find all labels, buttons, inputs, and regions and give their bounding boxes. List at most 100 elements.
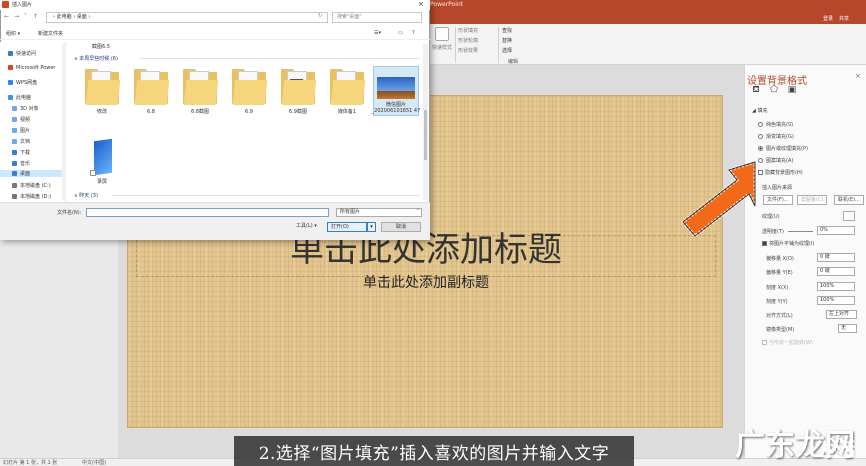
scale-x-field[interactable]: 100% [817, 282, 855, 291]
clipboard-button[interactable]: 剪贴板(C) [797, 195, 828, 205]
close-icon[interactable]: × [418, 0, 424, 8]
file-item-shortcut[interactable]: 录屏 [80, 138, 124, 185]
file-item-folder[interactable]: 媒体备1 [325, 68, 369, 115]
slide-counter: 幻灯片 第 1 张，共 1 张 [3, 460, 58, 466]
open-dropdown-arrow[interactable]: ▾ [367, 222, 376, 232]
drive-icon [12, 194, 17, 199]
filename-input[interactable] [86, 208, 329, 217]
shape-effects-button[interactable]: 形状效果 [458, 47, 478, 54]
texture-picker[interactable] [843, 211, 855, 221]
filetype-select[interactable]: 所有图片 ˅ [336, 208, 422, 217]
nav-pictures[interactable]: 图片 [12, 127, 30, 134]
nav-microsoft-powerpoint[interactable]: Microsoft Power [8, 65, 55, 71]
file-name: 6.9截图 [289, 109, 307, 115]
file-button[interactable]: 文件(F)... [763, 195, 793, 205]
nav-videos[interactable]: 视频 [12, 116, 30, 123]
pentagon-effects-icon[interactable]: ⬠ [769, 85, 779, 95]
file-item-image-selected[interactable]: 微信图片_202006101651 47 [371, 66, 421, 116]
nav-quick-access[interactable]: 快速访问 [8, 50, 36, 57]
fill-bucket-icon[interactable]: ⛾ [751, 85, 761, 95]
radio-dot-selected[interactable] [758, 146, 763, 151]
cloud-icon [8, 80, 13, 85]
offset-y-field[interactable]: 0 磅 [817, 267, 855, 276]
nav-downloads[interactable]: 下载 [12, 149, 30, 156]
language-indicator[interactable]: 中文(中国) [82, 459, 106, 466]
nav-this-pc[interactable]: 此电脑 [8, 94, 31, 101]
scale-x-label: 刻度 X(X) [766, 285, 789, 291]
replace-button[interactable]: 替换 [502, 37, 512, 44]
picture-texture-fill-radio[interactable]: 图片或纹理填充(P) [758, 145, 808, 152]
alignment-select[interactable]: 左上对齐 [826, 310, 857, 319]
quick-style-button[interactable]: 快速样式 [432, 44, 452, 51]
file-item-folder[interactable]: 6.8 [129, 68, 173, 115]
new-folder-button[interactable]: 新建文件夹 [38, 30, 63, 37]
folder-icon [134, 68, 170, 106]
address-bar[interactable]: › 此电脑 › 桌面 › [46, 12, 328, 23]
shape-fill-button[interactable]: 形状填充 [458, 27, 478, 34]
nav-documents[interactable]: 文档 [12, 138, 30, 145]
share-button[interactable]: 共享 [839, 15, 849, 22]
preview-pane-icon[interactable]: ▭ [398, 30, 403, 36]
slide-thumbnails-pane[interactable] [0, 240, 118, 458]
nav-desktop[interactable]: 桌面 [0, 170, 62, 177]
star-icon [8, 51, 13, 56]
nav-label: 此电脑 [16, 95, 32, 101]
drive-icon [12, 183, 17, 188]
picture-icon[interactable]: ▣ [787, 85, 797, 95]
nav-drive-c[interactable]: 本地磁盘 (C:) [12, 182, 51, 189]
fill-section-header[interactable]: ◢ 填充 [752, 107, 767, 114]
file-item-folder[interactable]: 6.9截图 [276, 68, 320, 115]
tools-menu[interactable]: 工具(L) ▾ [296, 222, 317, 232]
offset-x-field[interactable]: 0 磅 [817, 253, 855, 262]
up-arrow-icon[interactable]: ↑ [33, 13, 38, 20]
slide-subtitle[interactable]: 单击此处添加副标题 [128, 272, 724, 292]
scale-y-field[interactable]: 100% [817, 296, 855, 305]
solid-fill-radio[interactable]: 纯色填充(S) [758, 121, 793, 128]
nav-wps-cloud[interactable]: WPS网盘 [8, 79, 37, 86]
radio-dot[interactable] [758, 134, 763, 139]
shape-outline-button[interactable]: 形状轮廓 [458, 37, 478, 44]
checkbox-box[interactable] [762, 340, 767, 345]
online-button[interactable]: 联机(E)... [834, 195, 864, 205]
refresh-icon[interactable]: ↻ [318, 13, 322, 19]
mirror-type-select[interactable]: 无 [838, 324, 857, 333]
help-icon[interactable]: ? [412, 30, 415, 36]
quick-style-icon[interactable] [435, 27, 449, 41]
view-options-icon[interactable]: ☰▾ [374, 30, 381, 36]
ribbon-separator [455, 27, 456, 63]
group-header-yesterday[interactable]: ∨ 昨天 (3) [74, 192, 98, 199]
nav-3d-objects[interactable]: 3D 对象 [12, 105, 39, 112]
file-item-folder[interactable]: 6.8截图 [178, 68, 222, 115]
signin-link[interactable]: 登录 [823, 15, 833, 22]
gradient-fill-radio[interactable]: 渐变填充(G) [758, 133, 794, 140]
file-item-screenshot-folder[interactable]: 截图6.5 [92, 43, 110, 50]
back-arrow-icon[interactable]: ← [4, 13, 9, 20]
ribbon-tabs-bar [428, 10, 866, 24]
tile-picture-checkbox[interactable]: 将图片平铺为纹理(I) [762, 240, 814, 247]
nav-music[interactable]: 音乐 [12, 160, 30, 167]
find-button[interactable]: 查找 [502, 27, 512, 34]
recent-chevron-icon[interactable]: ˅ [24, 13, 27, 20]
scrollbar-thumb[interactable] [424, 110, 427, 160]
transparency-slider[interactable] [788, 231, 813, 232]
file-item-folder[interactable]: 修改 [80, 68, 124, 115]
search-input[interactable]: 搜索"桌面" [332, 12, 422, 23]
group-header-this-week[interactable]: ∨ 本周早些时候 (6) [74, 55, 118, 62]
rotate-with-shape-checkbox[interactable]: 与形状一起旋转(W) [762, 339, 813, 346]
cancel-button[interactable]: 取消 [381, 222, 421, 232]
nav-scrollbar[interactable] [62, 44, 66, 200]
organize-menu[interactable]: 组织 ▾ [6, 30, 20, 37]
nav-label: 音乐 [20, 161, 31, 167]
nav-drive-d[interactable]: 本地磁盘 (D:) [12, 193, 51, 200]
dialog-titlebar [0, 0, 430, 10]
watermark-small: 生活 [820, 440, 856, 461]
radio-dot[interactable] [758, 122, 763, 127]
close-icon[interactable]: × [855, 72, 861, 80]
forward-arrow-icon[interactable]: → [14, 13, 19, 20]
transparency-field[interactable]: 0% [817, 226, 855, 235]
file-item-folder[interactable]: 6.9 [227, 68, 271, 115]
open-button[interactable]: 打开(O) [327, 222, 367, 232]
select-button[interactable]: 选择 [502, 47, 512, 54]
nav-label: 本地磁盘 (D:) [20, 194, 52, 200]
folder-icon [330, 68, 366, 106]
